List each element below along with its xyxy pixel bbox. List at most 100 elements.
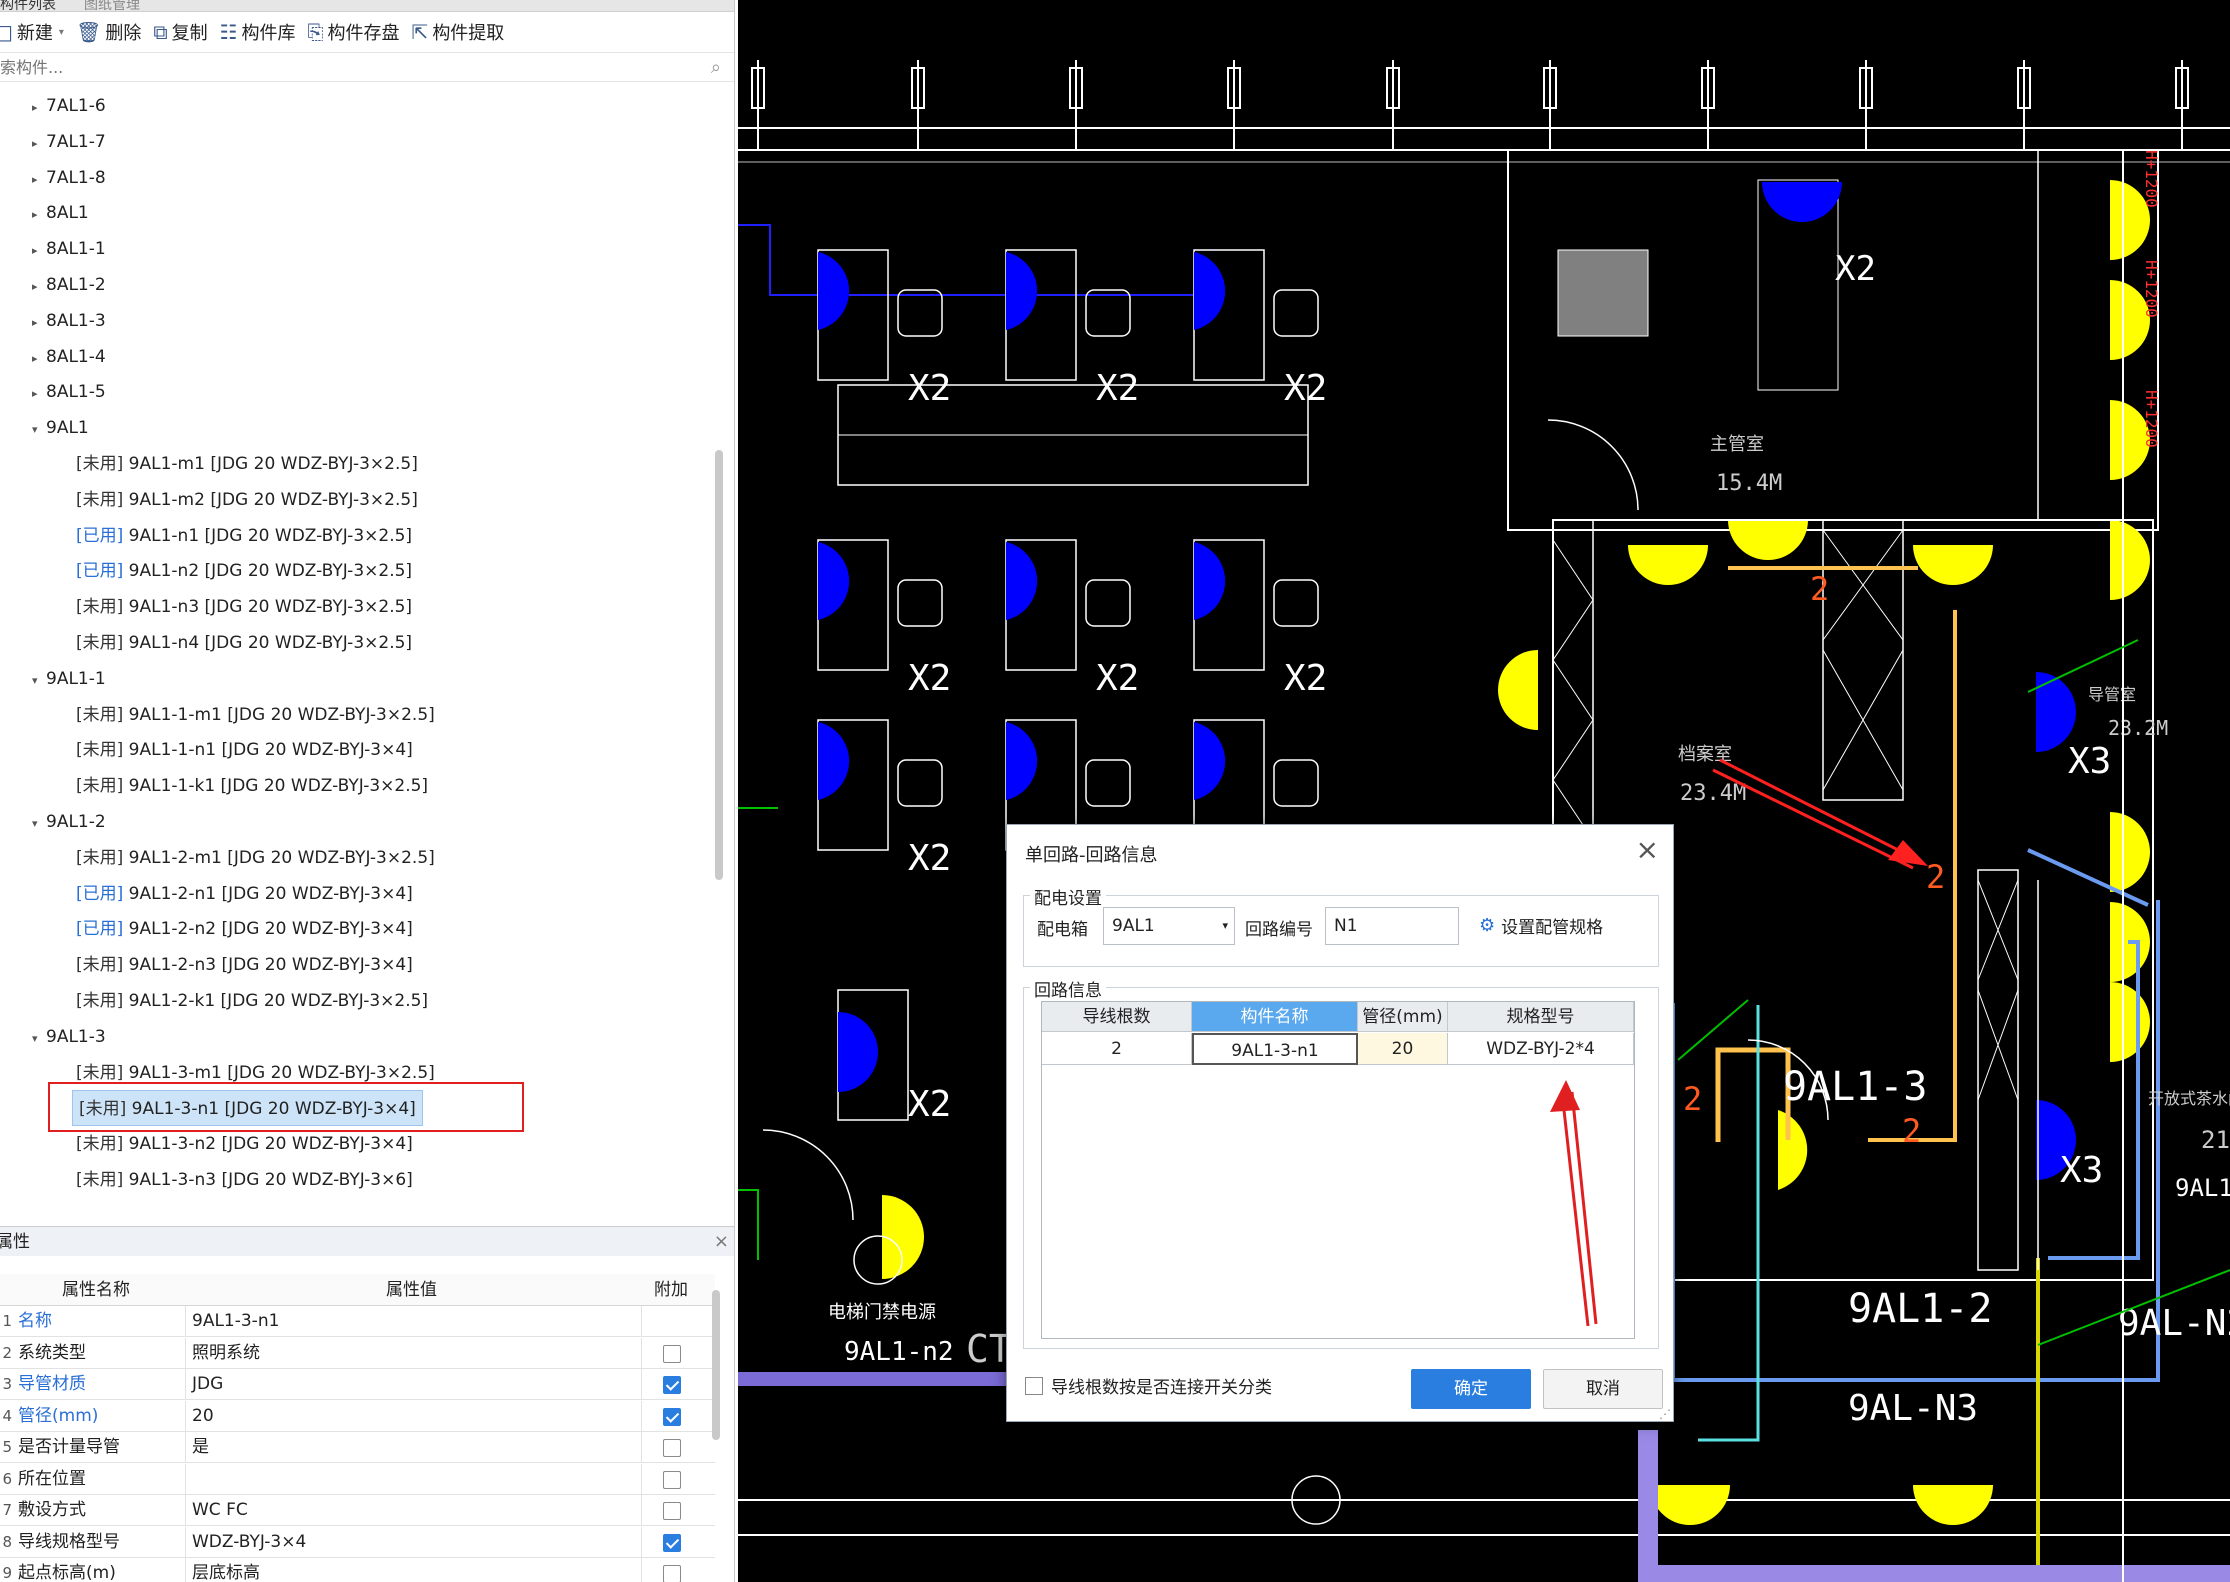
col-component-name[interactable]: 构件名称 [1192,1002,1358,1032]
caret-right-icon[interactable]: ▸ [32,233,46,269]
ok-button[interactable]: 确定 [1411,1369,1531,1409]
tree-item[interactable]: [未用] 9AL1-n4 [JDG 20 WDZ-BYJ-3×2.5] [76,625,412,661]
search-input[interactable] [0,55,690,79]
tree-item-label: 9AL1-2-m1 [JDG 20 WDZ-BYJ-3×2.5] [128,847,435,868]
caret-down-icon[interactable]: ▾ [32,1021,46,1057]
property-row[interactable]: 4 管径(mm) 20 [0,1400,715,1432]
new-button[interactable]: □ 新建 ▾ [0,19,64,45]
caret-right-icon[interactable]: ▸ [32,126,46,162]
close-icon[interactable]: × [1636,833,1659,866]
caret-down-icon[interactable]: ▾ [32,806,46,842]
property-row[interactable]: 3 导管材质 JDG [0,1369,715,1400]
tree-group[interactable]: ▸ 8AL1-5 [32,374,106,410]
property-checkbox[interactable] [663,1470,681,1489]
tree-item[interactable]: [已用] 9AL1-2-n2 [JDG 20 WDZ-BYJ-3×4] [76,911,413,947]
tree-item[interactable]: [已用] 9AL1-n2 [JDG 20 WDZ-BYJ-3×2.5] [76,553,412,589]
tree-item[interactable]: [未用] 9AL1-1-k1 [JDG 20 WDZ-BYJ-3×2.5] [76,768,428,804]
tree-item[interactable]: [未用] 9AL1-m1 [JDG 20 WDZ-BYJ-3×2.5] [76,446,418,482]
col-spec-model[interactable]: 规格型号 [1448,1002,1634,1032]
tree-scrollbar[interactable] [715,450,723,880]
property-checkbox[interactable] [663,1439,681,1457]
tree-group[interactable]: ▸ 8AL1-4 [32,339,106,375]
tree-group[interactable]: ▸ 8AL1 [32,195,89,231]
caret-right-icon[interactable]: ▸ [32,197,46,233]
property-value[interactable]: 照明系统 [192,1337,642,1369]
tree-group[interactable]: ▸ 8AL1-1 [32,231,106,267]
copy-button[interactable]: ⧉ 复制 [153,19,207,45]
tree-group[interactable]: ▸ 7AL1-6 [32,88,106,124]
caret-right-icon[interactable]: ▸ [32,269,46,305]
property-value[interactable]: 9AL1-3-n1 [192,1306,642,1337]
checkbox-box[interactable] [1025,1376,1043,1395]
property-row[interactable]: 5 是否计量导管是 [0,1432,715,1463]
tree-item[interactable]: [已用] 9AL1-n1 [JDG 20 WDZ-BYJ-3×2.5] [76,518,412,554]
property-value[interactable] [192,1463,642,1495]
extract-component-button[interactable]: ⇱ 构件提取 [412,19,505,45]
tree-item[interactable]: [未用] 9AL1-2-m1 [JDG 20 WDZ-BYJ-3×2.5] [76,840,435,876]
cell-wire-count[interactable]: 2 [1042,1033,1192,1065]
wire-classify-checkbox[interactable]: 导线根数按是否连接开关分类 [1025,1373,1272,1398]
tree-group[interactable]: ▸ 7AL1-7 [32,124,106,160]
caret-right-icon[interactable]: ▸ [32,305,46,341]
property-row[interactable]: 7 敷设方式 WC FC [0,1495,715,1526]
property-value[interactable]: 层底标高 [192,1558,642,1582]
delete-button[interactable]: 🗑 删除 [76,19,141,45]
cancel-button[interactable]: 取消 [1543,1369,1663,1409]
property-row[interactable]: 8 导线规格型号 WDZ-BYJ-3×4 [0,1526,715,1558]
property-row[interactable]: 1 名称 9AL1-3-n1 [0,1306,715,1337]
property-checkbox[interactable] [663,1376,681,1394]
property-checkbox[interactable] [663,1565,681,1582]
property-row[interactable]: 6 所在位置 [0,1463,715,1495]
height-label: H+1200 [2142,150,2161,208]
tree-group-label: 8AL1-4 [46,346,106,367]
property-value[interactable]: WDZ-BYJ-3×4 [192,1526,642,1558]
tree-item[interactable]: [未用] 9AL1-3-n3 [JDG 20 WDZ-BYJ-3×6] [76,1162,413,1198]
close-icon[interactable]: × [714,1227,729,1257]
save-component-button[interactable]: ⎘ 构件存盘 [308,19,400,45]
cell-spec-model[interactable]: WDZ-BYJ-2*4 [1448,1033,1634,1065]
property-value[interactable]: 20 [192,1400,642,1432]
properties-scrollbar[interactable] [712,1290,720,1440]
property-checkbox[interactable] [663,1407,681,1426]
tree-item[interactable]: [未用] 9AL1-1-n1 [JDG 20 WDZ-BYJ-3×4] [76,732,413,768]
dist-box-select[interactable]: 9AL1 ▾ [1103,907,1235,945]
cell-pipe-diameter[interactable]: 20 [1358,1033,1448,1065]
tree-item[interactable]: [已用] 9AL1-2-n1 [JDG 20 WDZ-BYJ-3×4] [76,876,413,912]
property-row[interactable]: 9 起点标高(m) 层底标高 [0,1558,715,1582]
tree-group[interactable]: ▸ 8AL1-2 [32,267,106,303]
tree-group[interactable]: ▾ 9AL1-1 [32,661,106,697]
search-icon[interactable]: ⌕ [711,57,721,78]
tree-item[interactable]: [未用] 9AL1-1-m1 [JDG 20 WDZ-BYJ-3×2.5] [76,697,435,733]
tree-group[interactable]: ▾ 9AL1-3 [32,1019,106,1055]
caret-right-icon[interactable]: ▸ [32,341,46,377]
property-value[interactable]: JDG [192,1369,642,1400]
tree-item[interactable]: [未用] 9AL1-n3 [JDG 20 WDZ-BYJ-3×2.5] [76,589,412,625]
tree-item[interactable]: [未用] 9AL1-2-n3 [JDG 20 WDZ-BYJ-3×4] [76,947,413,983]
library-button[interactable]: ☷ 构件库 [220,19,296,45]
tree-item[interactable]: [未用] 9AL1-m2 [JDG 20 WDZ-BYJ-3×2.5] [76,482,418,518]
property-value[interactable]: 是 [192,1432,642,1463]
tree-item[interactable]: [未用] 9AL1-2-k1 [JDG 20 WDZ-BYJ-3×2.5] [76,983,428,1019]
set-spec-button[interactable]: ⚙ 设置配管规格 [1479,913,1603,938]
circuit-no-input[interactable]: N1 [1325,907,1459,945]
tab-component-list[interactable]: 构件列表 [0,0,70,12]
property-row[interactable]: 2 系统类型 照明系统 [0,1337,715,1369]
col-pipe-diameter[interactable]: 管径(mm) [1358,1002,1448,1032]
tree-group[interactable]: ▸ 8AL1-3 [32,303,106,339]
caret-right-icon[interactable]: ▸ [32,162,46,198]
caret-right-icon[interactable]: ▸ [32,376,46,412]
caret-down-icon[interactable]: ▾ [32,663,46,699]
cell-component-name[interactable]: 9AL1-3-n1 [1192,1033,1358,1065]
tree-group[interactable]: ▾ 9AL1 [32,410,89,446]
property-checkbox[interactable] [663,1502,681,1520]
tree-group[interactable]: ▸ 7AL1-8 [32,160,106,196]
caret-down-icon[interactable]: ▾ [32,412,46,448]
property-checkbox[interactable] [663,1533,681,1552]
property-checkbox[interactable] [663,1344,681,1363]
tree-group[interactable]: ▾ 9AL1-2 [32,804,106,840]
caret-right-icon[interactable]: ▸ [32,90,46,126]
resize-grip-icon[interactable]: ⋰ [1659,1407,1671,1421]
tab-drawing-management[interactable]: 图纸管理 [84,0,164,12]
property-value[interactable]: WC FC [192,1495,642,1526]
col-wire-count[interactable]: 导线根数 [1042,1002,1192,1032]
